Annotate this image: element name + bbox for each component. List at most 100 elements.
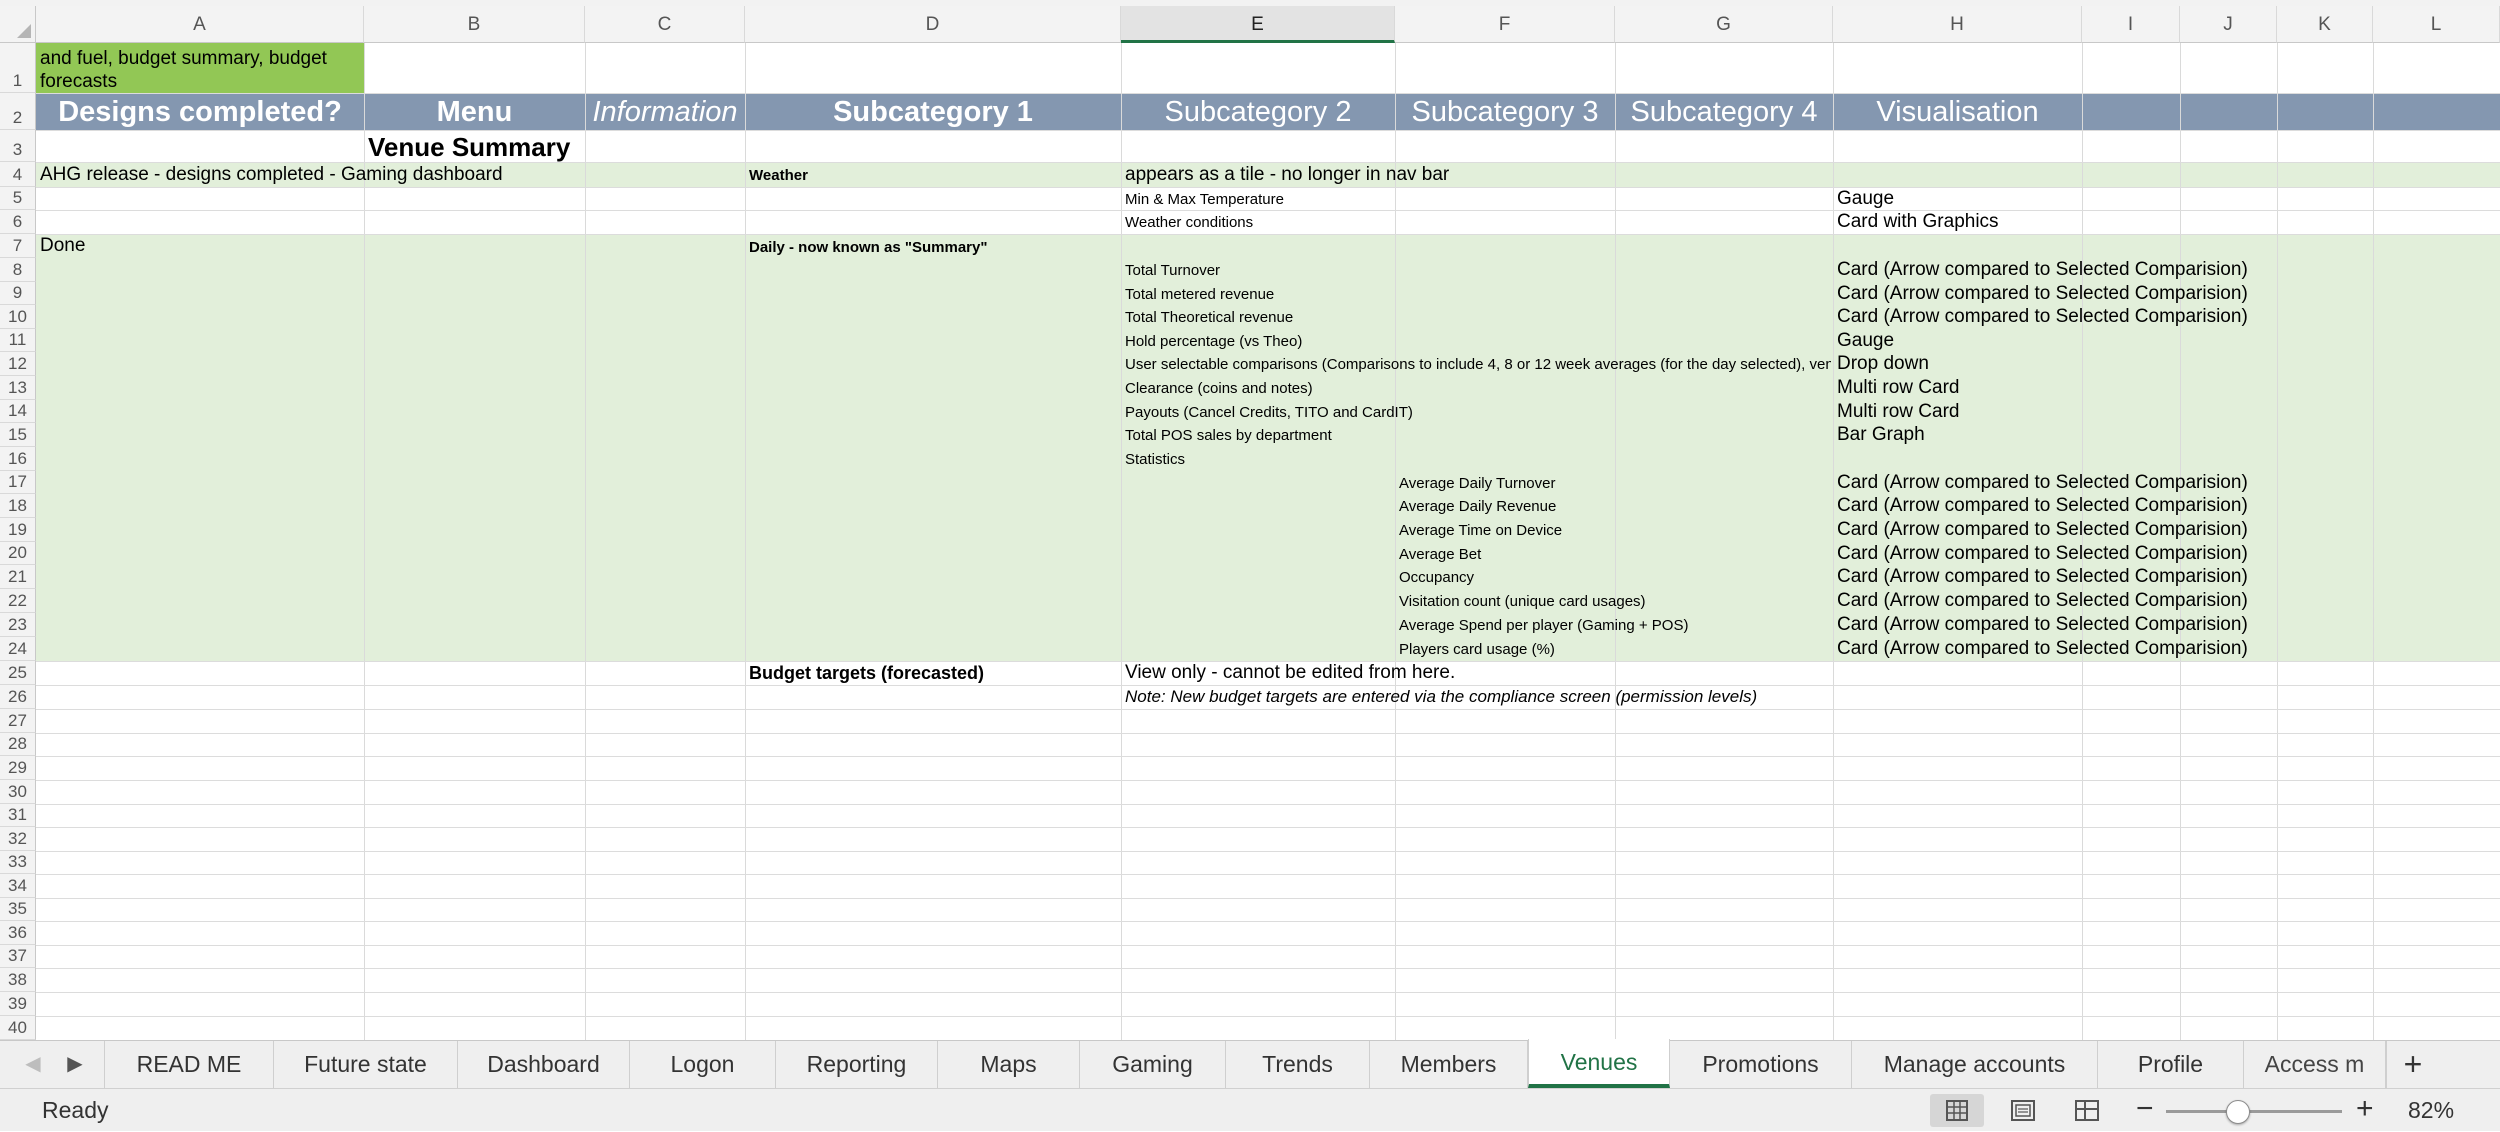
column-header-k[interactable]: K xyxy=(2277,6,2373,43)
zoom-out-button[interactable]: − xyxy=(2136,1091,2154,1127)
cell-h23[interactable]: Card (Arrow compared to Selected Compari… xyxy=(1837,614,2248,636)
tab-future-state[interactable]: Future state xyxy=(274,1041,458,1088)
cell-h11[interactable]: Gauge xyxy=(1837,330,1894,352)
column-header-f[interactable]: F xyxy=(1395,6,1615,43)
tab-dashboard[interactable]: Dashboard xyxy=(458,1041,630,1088)
column-header-b[interactable]: B xyxy=(364,6,585,43)
cell-h22[interactable]: Card (Arrow compared to Selected Compari… xyxy=(1837,590,2248,612)
tab-manage-accounts[interactable]: Manage accounts xyxy=(1852,1041,2098,1088)
row-header-12[interactable]: 12 xyxy=(0,352,36,376)
cell-h15[interactable]: Bar Graph xyxy=(1837,424,1925,446)
cell-f21[interactable]: Occupancy xyxy=(1399,567,1474,589)
cell-h5[interactable]: Gauge xyxy=(1837,188,1894,210)
row-header-10[interactable]: 10 xyxy=(0,305,36,329)
tab-gaming[interactable]: Gaming xyxy=(1080,1041,1226,1088)
cell-e9[interactable]: Total metered revenue xyxy=(1125,284,1274,306)
row-header-2[interactable]: 2 xyxy=(0,93,36,130)
row-header-32[interactable]: 32 xyxy=(0,827,36,851)
normal-view-button[interactable] xyxy=(1930,1094,1984,1127)
cell-f23[interactable]: Average Spend per player (Gaming + POS) xyxy=(1399,615,1688,637)
header-information[interactable]: Information xyxy=(585,93,745,131)
cell-f24[interactable]: Players card usage (%) xyxy=(1399,639,1555,661)
select-all-corner[interactable] xyxy=(0,6,36,43)
cell-f17[interactable]: Average Daily Turnover xyxy=(1399,473,1555,495)
cell-e14[interactable]: Payouts (Cancel Credits, TITO and CardIT… xyxy=(1125,402,1413,424)
tab-maps[interactable]: Maps xyxy=(938,1041,1080,1088)
cell-d7[interactable]: Daily - now known as "Summary" xyxy=(749,237,987,259)
cell-h20[interactable]: Card (Arrow compared to Selected Compari… xyxy=(1837,543,2248,565)
row-header-8[interactable]: 8 xyxy=(0,258,36,282)
row-header-29[interactable]: 29 xyxy=(0,756,36,780)
row-header-6[interactable]: 6 xyxy=(0,210,36,234)
row-header-9[interactable]: 9 xyxy=(0,282,36,305)
cell-e10[interactable]: Total Theoretical revenue xyxy=(1125,307,1293,329)
cell-f22[interactable]: Visitation count (unique card usages) xyxy=(1399,591,1646,613)
cell-f20[interactable]: Average Bet xyxy=(1399,544,1481,566)
row-header-4[interactable]: 4 xyxy=(0,162,36,187)
row-header-3[interactable]: 3 xyxy=(0,130,36,162)
zoom-slider-thumb[interactable] xyxy=(2226,1100,2250,1124)
tab-logon[interactable]: Logon xyxy=(630,1041,776,1088)
row-header-24[interactable]: 24 xyxy=(0,637,36,661)
page-layout-view-button[interactable] xyxy=(1996,1094,2050,1127)
tab-profile[interactable]: Profile xyxy=(2098,1041,2244,1088)
cell-h6[interactable]: Card with Graphics xyxy=(1837,211,1999,233)
tab-promotions[interactable]: Promotions xyxy=(1670,1041,1852,1088)
cell-b3-venue-summary[interactable]: Venue Summary xyxy=(368,132,570,162)
column-header-e[interactable]: E xyxy=(1121,6,1395,43)
tab-venues[interactable]: Venues xyxy=(1528,1039,1670,1088)
row-header-31[interactable]: 31 xyxy=(0,804,36,827)
cell-h19[interactable]: Card (Arrow compared to Selected Compari… xyxy=(1837,519,2248,541)
header-subcategory-4[interactable]: Subcategory 4 xyxy=(1615,93,1833,131)
cell-e12[interactable]: User selectable comparisons (Comparisons… xyxy=(1125,354,1831,376)
cell-e26[interactable]: Note: New budget targets are entered via… xyxy=(1125,686,1757,708)
zoom-in-button[interactable]: + xyxy=(2356,1091,2374,1127)
row-header-5[interactable]: 5 xyxy=(0,187,36,210)
row-header-13[interactable]: 13 xyxy=(0,376,36,400)
column-header-h[interactable]: H xyxy=(1833,6,2082,43)
cell-e4[interactable]: appears as a tile - no longer in nav bar xyxy=(1125,164,1449,186)
cell-d4[interactable]: Weather xyxy=(749,165,808,187)
tab-access-truncated[interactable]: Access m xyxy=(2244,1041,2386,1088)
row-header-28[interactable]: 28 xyxy=(0,733,36,756)
cell-e25[interactable]: View only - cannot be edited from here. xyxy=(1125,662,1455,684)
column-header-l[interactable]: L xyxy=(2373,6,2500,43)
add-sheet-button[interactable]: + xyxy=(2386,1041,2439,1088)
row-header-25[interactable]: 25 xyxy=(0,661,36,685)
zoom-percentage[interactable]: 82% xyxy=(2408,1097,2454,1124)
column-header-i[interactable]: I xyxy=(2082,6,2180,43)
cell-h12[interactable]: Drop down xyxy=(1837,353,1929,375)
cell-a1-line1[interactable]: and fuel, budget summary, budget xyxy=(40,48,327,70)
cell-h18[interactable]: Card (Arrow compared to Selected Compari… xyxy=(1837,495,2248,517)
cell-h24[interactable]: Card (Arrow compared to Selected Compari… xyxy=(1837,638,2248,660)
cell-e13[interactable]: Clearance (coins and notes) xyxy=(1125,378,1313,400)
row-header-40[interactable]: 40 xyxy=(0,1016,36,1040)
cell-a7[interactable]: Done xyxy=(40,235,85,257)
header-menu[interactable]: Menu xyxy=(364,93,585,131)
cell-a1-line2[interactable]: forecasts xyxy=(40,71,117,93)
row-header-15[interactable]: 15 xyxy=(0,423,36,447)
column-header-a[interactable]: A xyxy=(36,6,364,43)
cell-e16[interactable]: Statistics xyxy=(1125,449,1185,471)
row-header-27[interactable]: 27 xyxy=(0,709,36,733)
row-header-19[interactable]: 19 xyxy=(0,518,36,542)
header-designs-completed[interactable]: Designs completed? xyxy=(36,93,364,131)
row-header-18[interactable]: 18 xyxy=(0,494,36,518)
zoom-slider-track[interactable] xyxy=(2166,1110,2342,1113)
row-header-22[interactable]: 22 xyxy=(0,589,36,613)
cell-f18[interactable]: Average Daily Revenue xyxy=(1399,496,1556,518)
row-header-38[interactable]: 38 xyxy=(0,968,36,992)
column-header-c[interactable]: C xyxy=(585,6,745,43)
row-header-36[interactable]: 36 xyxy=(0,921,36,945)
row-header-14[interactable]: 14 xyxy=(0,400,36,423)
header-subcategory-2[interactable]: Subcategory 2 xyxy=(1121,93,1395,131)
column-header-g[interactable]: G xyxy=(1615,6,1833,43)
cell-e11[interactable]: Hold percentage (vs Theo) xyxy=(1125,331,1302,353)
column-header-j[interactable]: J xyxy=(2180,6,2277,43)
row-header-26[interactable]: 26 xyxy=(0,685,36,709)
cell-h14[interactable]: Multi row Card xyxy=(1837,401,1959,423)
column-header-d[interactable]: D xyxy=(745,6,1121,43)
cell-e15[interactable]: Total POS sales by department xyxy=(1125,425,1332,447)
row-header-7[interactable]: 7 xyxy=(0,234,36,258)
spreadsheet-grid[interactable]: A B C D E F G H I J K L 1 2 3 4 5 6 7 8 … xyxy=(0,0,2500,1040)
